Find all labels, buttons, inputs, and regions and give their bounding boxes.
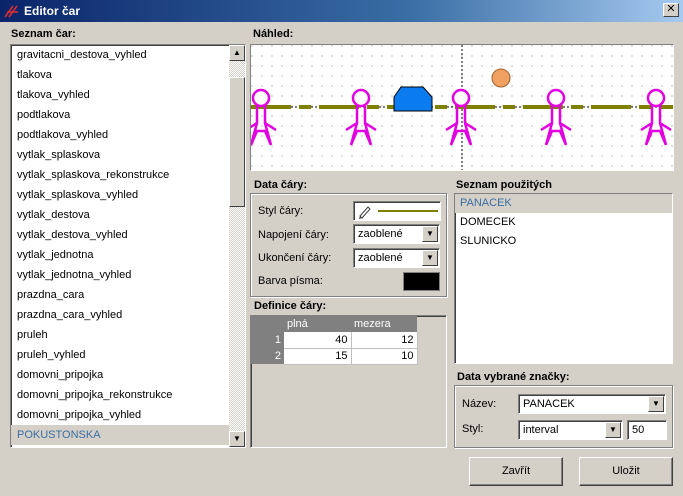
definition-table: plná mezera 1 40 12 2 15 10 bbox=[251, 316, 418, 365]
chevron-down-icon[interactable]: ▼ bbox=[422, 226, 438, 242]
line-data-group: Styl čáry: Napojení čáry: zaoblené ▼ Uko… bbox=[250, 193, 447, 297]
mark-name-value: PANACEK bbox=[523, 398, 575, 410]
mark-name-label: Název: bbox=[462, 398, 497, 410]
used-list[interactable]: PANACEK DOMECEK SLUNICKO bbox=[454, 193, 673, 364]
mark-style-value: interval bbox=[523, 424, 559, 436]
list-item[interactable]: POKUSTONSKA bbox=[11, 425, 245, 445]
line-end-select[interactable]: zaoblené ▼ bbox=[353, 248, 440, 268]
list-item[interactable]: prazdna_cara bbox=[11, 285, 245, 305]
list-item[interactable]: vytlak_jednotna_vyhled bbox=[11, 265, 245, 285]
list-item[interactable]: vytlak_splaskova bbox=[11, 145, 245, 165]
line-style-preview bbox=[359, 206, 438, 219]
definition-grid[interactable]: plná mezera 1 40 12 2 15 10 bbox=[250, 315, 447, 448]
preview-canvas bbox=[250, 44, 674, 171]
arrow-down-icon: ▼ bbox=[233, 434, 241, 443]
font-color-label: Barva písma: bbox=[258, 275, 323, 287]
grid-cell-plna[interactable]: 40 bbox=[284, 332, 352, 349]
font-color-swatch[interactable] bbox=[403, 272, 440, 291]
line-style-label: Styl čáry: bbox=[258, 205, 304, 217]
lines-list-scrollbar[interactable]: ▲ ▼ bbox=[229, 45, 245, 447]
arrow-up-icon: ▲ bbox=[233, 48, 241, 57]
used-list-item[interactable]: SLUNICKO bbox=[455, 232, 672, 251]
pencil-icon bbox=[359, 206, 371, 219]
line-join-value: zaoblené bbox=[358, 228, 403, 240]
list-item[interactable]: tlakova bbox=[11, 65, 245, 85]
list-item[interactable]: vytlak_destova_vyhled bbox=[11, 225, 245, 245]
list-item[interactable]: tlakova_vyhled bbox=[11, 85, 245, 105]
used-list-item[interactable]: DOMECEK bbox=[455, 213, 672, 232]
scroll-up-button[interactable]: ▲ bbox=[229, 45, 245, 61]
title-bar: Editor čar ✕ bbox=[0, 0, 683, 22]
list-item[interactable]: podtlakova bbox=[11, 105, 245, 125]
scroll-down-button[interactable]: ▼ bbox=[229, 431, 245, 447]
close-button[interactable]: Zavřít bbox=[469, 457, 563, 486]
save-button[interactable]: Uložit bbox=[579, 457, 673, 486]
app-icon bbox=[4, 5, 18, 18]
column-header[interactable]: plná bbox=[284, 316, 351, 332]
list-item[interactable]: pruleh bbox=[11, 325, 245, 345]
window-title: Editor čar bbox=[24, 4, 81, 18]
chevron-down-icon[interactable]: ▼ bbox=[648, 396, 664, 412]
list-item[interactable]: gravitacni_destova_vyhled bbox=[11, 45, 245, 65]
list-item[interactable]: vytlak_splaskova_vyhled bbox=[11, 185, 245, 205]
mark-name-select[interactable]: PANACEK ▼ bbox=[518, 394, 666, 414]
preview-house-icon bbox=[393, 86, 433, 112]
list-item[interactable]: vytlak_jednotna bbox=[11, 245, 245, 265]
line-join-select[interactable]: zaoblené ▼ bbox=[353, 224, 440, 244]
mark-style-select[interactable]: interval ▼ bbox=[518, 420, 623, 440]
mark-style-label: Styl: bbox=[462, 423, 484, 435]
grid-corner bbox=[251, 316, 284, 332]
list-item[interactable]: vytlak_destova bbox=[11, 205, 245, 225]
mark-interval-value: 50 bbox=[632, 424, 645, 436]
selected-mark-label: Data vybrané značky: bbox=[457, 371, 570, 383]
grid-cell-mezera[interactable]: 10 bbox=[351, 348, 418, 365]
mark-interval-input[interactable]: 50 bbox=[627, 420, 667, 440]
line-style-picker[interactable] bbox=[353, 201, 441, 221]
line-end-label: Ukončení čáry: bbox=[258, 252, 332, 264]
column-header[interactable]: mezera bbox=[351, 316, 417, 332]
used-list-item[interactable]: PANACEK bbox=[455, 194, 672, 213]
list-item[interactable]: domovni_pripojka_rekonstrukce bbox=[11, 385, 245, 405]
scroll-thumb[interactable] bbox=[229, 77, 245, 207]
lines-list-label: Seznam čar: bbox=[11, 28, 76, 40]
chevron-down-icon[interactable]: ▼ bbox=[422, 250, 438, 266]
list-item[interactable]: domovni_pripojka bbox=[11, 365, 245, 385]
list-item[interactable]: podtlakova_vyhled bbox=[11, 125, 245, 145]
definition-label: Definice čáry: bbox=[254, 300, 327, 312]
selected-mark-group: Název: PANACEK ▼ Styl: interval ▼ 50 bbox=[454, 385, 673, 448]
list-item[interactable]: pruleh_vyhled bbox=[11, 345, 245, 365]
grid-cell-mezera[interactable]: 12 bbox=[351, 332, 418, 349]
line-data-label: Data čáry: bbox=[254, 179, 308, 191]
close-window-button[interactable]: ✕ bbox=[663, 3, 679, 17]
line-join-label: Napojení čáry: bbox=[258, 229, 329, 241]
used-list-label: Seznam použitých bbox=[456, 179, 552, 191]
preview-drawing bbox=[251, 45, 673, 170]
list-item[interactable]: prazdna_cara_vyhled bbox=[11, 305, 245, 325]
grid-cell-plna[interactable]: 15 bbox=[284, 348, 352, 365]
lines-list-items: gravitacni_destova_vyhled tlakova tlakova_… bbox=[11, 45, 245, 445]
list-item[interactable]: vytlak_splaskova_rekonstrukce bbox=[11, 165, 245, 185]
preview-label: Náhled: bbox=[253, 28, 294, 40]
row-header[interactable]: 1 bbox=[251, 332, 284, 348]
lines-list[interactable]: gravitacni_destova_vyhled tlakova tlakova_… bbox=[10, 44, 246, 448]
chevron-down-icon[interactable]: ▼ bbox=[605, 422, 621, 438]
line-end-value: zaoblené bbox=[358, 252, 403, 264]
row-header[interactable]: 2 bbox=[251, 348, 284, 364]
close-icon: ✕ bbox=[666, 3, 676, 15]
preview-sun-icon bbox=[491, 68, 511, 88]
list-item[interactable]: domovni_pripojka_vyhled bbox=[11, 405, 245, 425]
